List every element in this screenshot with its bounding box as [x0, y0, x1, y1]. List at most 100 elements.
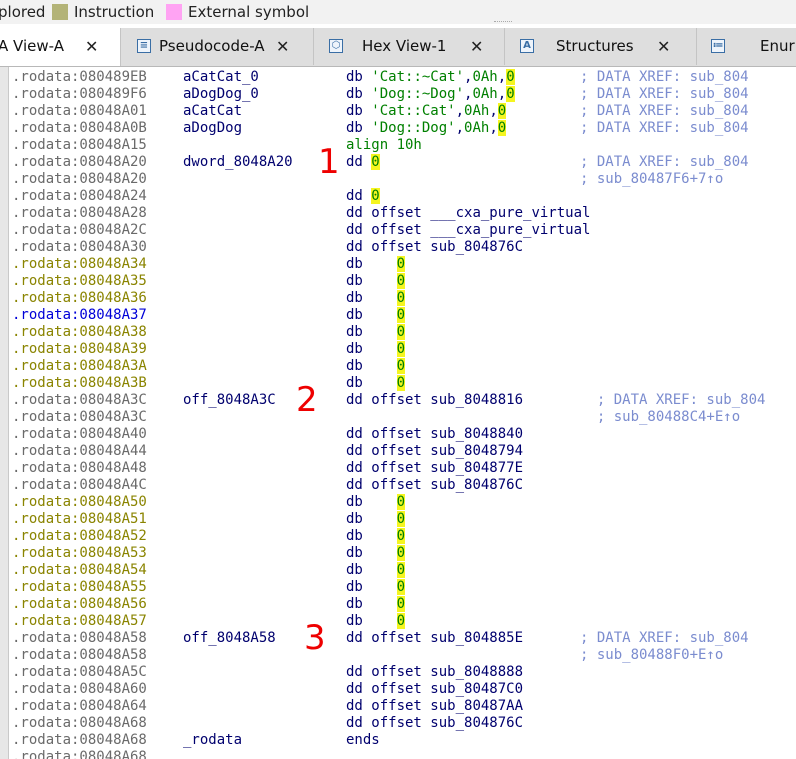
legend-item-unexplored: plored [0, 2, 45, 22]
line-operand[interactable]: db 0 [346, 375, 406, 392]
line-comment[interactable]: ; DATA XREF: sub_804 [580, 86, 749, 103]
line-operand[interactable]: db 0 [346, 579, 406, 596]
line-operand[interactable]: align 10h [346, 137, 422, 154]
line-operand[interactable]: dd offset sub_80487AA [346, 698, 523, 715]
symbol-reference[interactable]: ___cxa_pure_virtual [430, 205, 590, 221]
line-comment[interactable]: ; DATA XREF: sub_804 [580, 630, 749, 647]
operand-token: dd offset [346, 222, 431, 238]
symbol-reference[interactable]: sub_80487AA [430, 698, 523, 714]
line-address: .rodata:08048A2C [12, 222, 147, 238]
line-operand[interactable]: db 0 [346, 562, 406, 579]
line-operand[interactable]: dd offset sub_8048794 [346, 443, 523, 460]
operand-token: db [346, 358, 397, 374]
line-operand[interactable]: db 0 [346, 290, 406, 307]
line-operand[interactable]: db 'Cat::~Cat',0Ah,0 [346, 69, 515, 86]
line-label[interactable]: aCatCat_0 [183, 69, 259, 86]
line-operand[interactable]: dd offset sub_804876C [346, 239, 523, 256]
legend-label: External symbol [188, 3, 310, 21]
tab-structures[interactable]: Structures ✕ [505, 28, 697, 65]
line-operand[interactable]: db 0 [346, 324, 406, 341]
tab-hex-view[interactable]: Hex View-1 ✕ [314, 28, 505, 65]
line-operand[interactable]: dd 0 [346, 154, 380, 171]
line-label[interactable]: dword_8048A20 [183, 154, 293, 171]
line-operand[interactable]: db 0 [346, 256, 406, 273]
line-address: .rodata:08048A55 [12, 579, 147, 595]
line-operand[interactable]: dd 0 [346, 188, 380, 205]
symbol-reference[interactable]: ___cxa_pure_virtual [430, 222, 590, 238]
line-label[interactable]: off_8048A58 [183, 630, 276, 647]
line-address: .rodata:08048A50 [12, 494, 147, 510]
line-address: .rodata:08048A57 [12, 613, 147, 629]
line-operand[interactable]: dd offset ___cxa_pure_virtual [346, 205, 590, 222]
operand-token: db [346, 511, 397, 527]
line-operand[interactable]: dd offset sub_80487C0 [346, 681, 523, 698]
arrows-gutter[interactable] [0, 67, 9, 759]
line-comment[interactable]: ; DATA XREF: sub_804 [580, 154, 749, 171]
zero-value: 0 [396, 341, 406, 357]
close-icon[interactable]: ✕ [657, 28, 670, 65]
line-label[interactable]: aDogDog [183, 120, 242, 137]
line-comment[interactable]: ; DATA XREF: sub_804 [580, 120, 749, 137]
line-address: .rodata:08048A40 [12, 426, 147, 442]
symbol-reference[interactable]: sub_8048888 [430, 664, 523, 680]
line-comment[interactable]: ; DATA XREF: sub_804 [580, 69, 749, 86]
line-operand[interactable]: db 0 [346, 511, 406, 528]
line-comment[interactable]: ; sub_80487F6+7↑o [580, 171, 723, 188]
symbol-reference[interactable]: sub_804877E [430, 460, 523, 476]
line-operand[interactable]: dd offset ___cxa_pure_virtual [346, 222, 590, 239]
line-operand[interactable]: db 0 [346, 358, 406, 375]
operand-token: align 10h [346, 137, 422, 153]
line-operand[interactable]: db 'Dog::~Dog',0Ah,0 [346, 86, 515, 103]
symbol-reference[interactable]: sub_8048794 [430, 443, 523, 459]
symbol-reference[interactable]: sub_804885E [430, 630, 523, 646]
line-comment[interactable]: ; DATA XREF: sub_804 [580, 103, 749, 120]
line-operand[interactable]: db 0 [346, 545, 406, 562]
line-label[interactable]: aDogDog_0 [183, 86, 259, 103]
close-icon[interactable]: ✕ [470, 28, 483, 65]
line-address: .rodata:08048A30 [12, 239, 147, 255]
line-operand[interactable]: db 0 [346, 341, 406, 358]
line-operand[interactable]: dd offset sub_804885E [346, 630, 523, 647]
tab-pseudocode[interactable]: Pseudocode-A ✕ [121, 28, 314, 65]
symbol-reference[interactable]: sub_804876C [430, 477, 523, 493]
close-icon[interactable]: ✕ [276, 28, 289, 65]
line-operand[interactable]: dd offset sub_804876C [346, 715, 523, 732]
splitter-grip[interactable] [494, 21, 512, 24]
symbol-reference[interactable]: sub_804876C [430, 715, 523, 731]
line-operand[interactable]: db 0 [346, 307, 406, 324]
line-operand[interactable]: db 0 [346, 494, 406, 511]
line-label[interactable]: aCatCat [183, 103, 242, 120]
line-comment[interactable]: ; sub_80488F0+E↑o [580, 647, 723, 664]
operand-token: 0Ah [464, 103, 490, 119]
line-operand[interactable]: ends [346, 732, 380, 749]
line-operand[interactable]: db 0 [346, 273, 406, 290]
line-operand[interactable]: db 'Cat::Cat',0Ah,0 [346, 103, 507, 120]
symbol-reference[interactable]: sub_804876C [430, 239, 523, 255]
line-operand[interactable]: db 0 [346, 613, 406, 630]
line-operand[interactable]: dd offset sub_8048816 [346, 392, 523, 409]
line-address: .rodata:08048A5C [12, 664, 147, 680]
line-address: .rodata:08048A58 [12, 630, 147, 646]
disassembly-listing[interactable]: .rodata:080489EB aCatCat_0 db 'Cat::~Cat',… [0, 67, 796, 759]
close-icon[interactable]: ✕ [85, 28, 98, 65]
line-label[interactable]: _rodata [183, 732, 242, 749]
line-operand[interactable]: dd offset sub_804877E [346, 460, 523, 477]
symbol-reference[interactable]: sub_8048840 [430, 426, 523, 442]
symbol-reference[interactable]: sub_8048816 [430, 392, 523, 408]
zero-value: 0 [396, 324, 406, 340]
line-operand[interactable]: db 0 [346, 528, 406, 545]
tab-enums[interactable]: Enur [697, 28, 796, 65]
symbol-reference[interactable]: sub_80487C0 [430, 681, 523, 697]
line-operand[interactable]: dd offset sub_8048840 [346, 426, 523, 443]
line-address: .rodata:08048A53 [12, 545, 147, 561]
line-label[interactable]: off_8048A3C [183, 392, 276, 409]
line-comment[interactable]: ; DATA XREF: sub_804 [580, 392, 766, 409]
line-operand[interactable]: db 0 [346, 596, 406, 613]
tab-ida-view[interactable]: A View-A ✕ [0, 28, 121, 66]
line-operand[interactable]: db 'Dog::Dog',0Ah,0 [346, 120, 507, 137]
zero-value: 0 [396, 358, 406, 374]
line-comment[interactable]: ; sub_80488C4+E↑o [580, 409, 740, 426]
line-operand[interactable]: dd offset sub_804876C [346, 477, 523, 494]
line-operand[interactable]: dd offset sub_8048888 [346, 664, 523, 681]
line-address: .rodata:08048A68 [12, 732, 147, 748]
